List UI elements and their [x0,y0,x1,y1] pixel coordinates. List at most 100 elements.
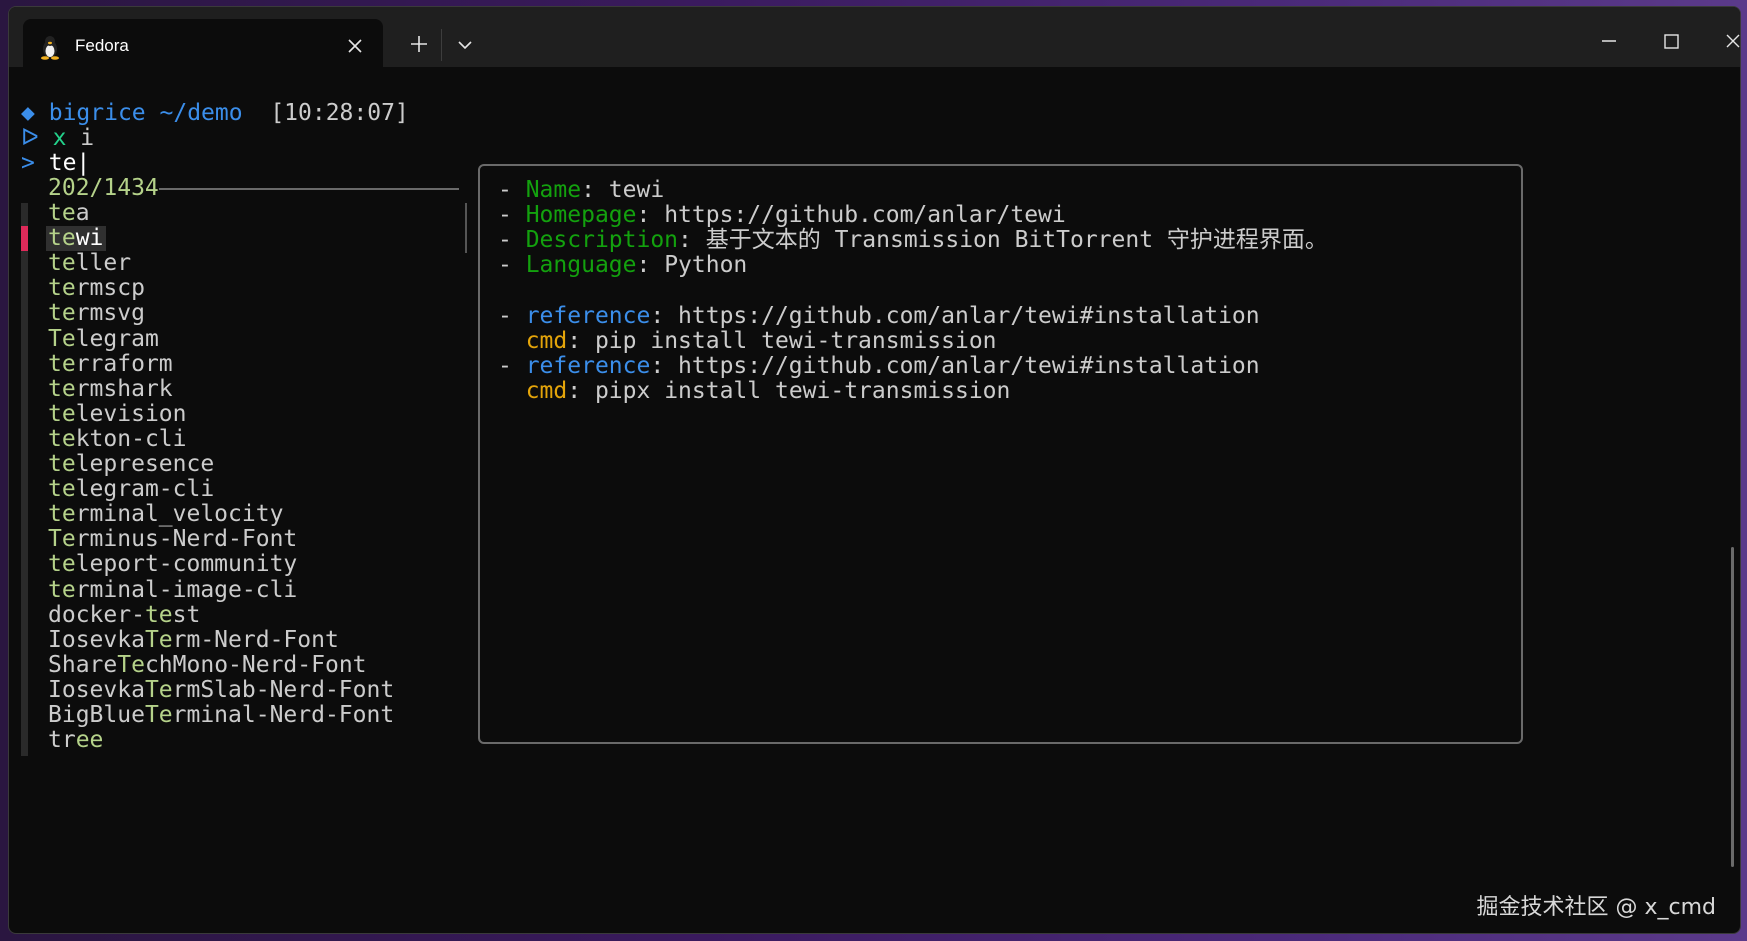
item-text: rm-Nerd-Font [172,626,339,653]
list-item[interactable]: telegram-cli [48,475,214,503]
item-text: st [172,601,201,628]
preview-bullet: - [498,202,526,229]
prompt-time: [10:28:07] [270,100,409,126]
item-text: rminus-Nerd-Font [75,526,298,553]
list-item[interactable]: termscp [48,274,145,302]
list-item-selected[interactable]: tewi [48,224,103,252]
new-tab-icon[interactable] [404,29,434,59]
list-item[interactable]: tekton-cli [48,425,186,453]
tab-fedora[interactable]: Fedora [23,19,383,73]
text-cursor: | [76,150,91,176]
query-input[interactable]: te [49,150,77,176]
list-scrollbar[interactable] [465,203,467,253]
list-item[interactable]: television [48,400,186,428]
chevron-down-icon[interactable] [453,33,477,57]
item-match: te [48,225,76,252]
item-match: te [48,501,76,528]
item-match: Te [144,676,173,703]
preview-value: Python [664,252,748,279]
item-text: rmshark [75,375,173,402]
item-text: rminal-Nerd-Font [172,702,395,728]
tab-separator [441,29,442,61]
list-item[interactable]: teleport-community [48,550,297,578]
item-text: leport-community [75,551,298,578]
preview-bullet: - [498,352,526,379]
preview-key: Homepage [525,202,637,229]
preview-separator: : [581,177,609,203]
list-item[interactable]: Telegram [48,325,159,353]
prompt-line: ◆ bigrice ~/demo [10:28:07] [21,99,409,127]
preview-value: pipx install tewi-transmission [594,377,1011,404]
list-item[interactable]: terraform [48,350,173,378]
list-item[interactable]: terminal_velocity [48,500,283,528]
list-item[interactable]: tea [48,199,90,227]
item-text: BigBlue [48,702,145,728]
minimize-icon[interactable] [1589,21,1629,61]
list-item[interactable]: IosevkaTermSlab-Nerd-Font [48,676,394,704]
item-match: te [48,425,76,452]
command-arrow-icon: ᐅ [21,125,39,151]
preview-value: tewi [608,177,665,203]
list-item[interactable]: termshark [48,375,173,403]
list-item[interactable]: tree [48,726,103,754]
item-text: tr [48,727,76,754]
query-line[interactable]: > te| [21,149,90,177]
item-match: te [48,250,76,277]
prompt-diamond-icon: ◆ [21,100,35,126]
list-item[interactable]: Terminus-Nerd-Font [48,525,297,553]
preview-line: cmd: pip install tewi-transmission [498,327,997,355]
item-match: te [48,200,76,226]
item-text: kton-cli [75,425,187,452]
preview-line: - Homepage: https://github.com/anlar/tew… [498,201,1066,229]
list-item[interactable]: termsvg [48,299,145,327]
preview-line: - Description: 基于文本的 Transmission BitTor… [498,226,1328,254]
prompt-path: ~/demo [159,100,243,126]
close-window-icon[interactable] [1713,21,1741,61]
preview-line: - Name: tewi [498,176,664,204]
close-tab-icon[interactable] [345,36,365,56]
preview-bullet: - [498,227,526,254]
item-match: te [48,476,76,503]
item-match: te [48,400,76,427]
item-text: lepresence [75,451,215,477]
item-text: wi [75,225,104,252]
preview-bullet [498,378,526,404]
maximize-icon[interactable] [1651,21,1691,61]
list-item[interactable]: telepresence [48,450,214,478]
item-text: rmscp [75,275,145,302]
item-text: rmSlab-Nerd-Font [172,676,395,703]
preview-bullet [498,328,526,354]
list-item[interactable]: BigBlueTerminal-Nerd-Font [48,701,394,729]
preview-value: https://github.com/anlar/tewi#installati… [678,302,1260,329]
item-text: levision [75,400,187,427]
item-match: Te [48,325,76,352]
preview-bullet: - [498,252,526,279]
list-item[interactable]: IosevkaTerm-Nerd-Font [48,626,339,654]
item-text: legram [75,325,159,352]
terminal-body[interactable]: ◆ bigrice ~/demo [10:28:07] ᐅ x i > te| … [9,67,1740,933]
item-text: rminal_velocity [75,501,284,528]
list-item[interactable]: ShareTechMono-Nerd-Font [48,651,367,679]
list-item[interactable]: terminal-image-cli [48,576,297,604]
preview-key: cmd [525,327,568,354]
preview-value: 基于文本的 Transmission BitTorrent 守护进程界面。 [705,227,1328,254]
terminal-scrollbar[interactable] [1731,547,1734,867]
prompt-user: bigrice [48,100,146,126]
command-name: x [52,125,67,151]
counter-rule [159,188,459,190]
preview-line: cmd: pipx install tewi-transmission [498,377,1011,405]
item-text: Share [48,651,118,678]
title-bar: Fedora [9,7,1741,73]
item-match: te [48,350,76,377]
item-text: Iosevka [48,626,145,653]
list-item[interactable]: teller [48,249,131,277]
item-match: Te [144,702,173,728]
query-prompt-symbol: > [21,150,35,176]
preview-separator: : [636,252,665,279]
item-text: rminal-image-cli [75,576,298,603]
item-text: rraform [75,350,173,377]
preview-key: Language [525,252,637,279]
list-item[interactable]: docker-test [48,601,200,629]
item-text: a [75,200,90,226]
list-gutter [21,203,28,756]
